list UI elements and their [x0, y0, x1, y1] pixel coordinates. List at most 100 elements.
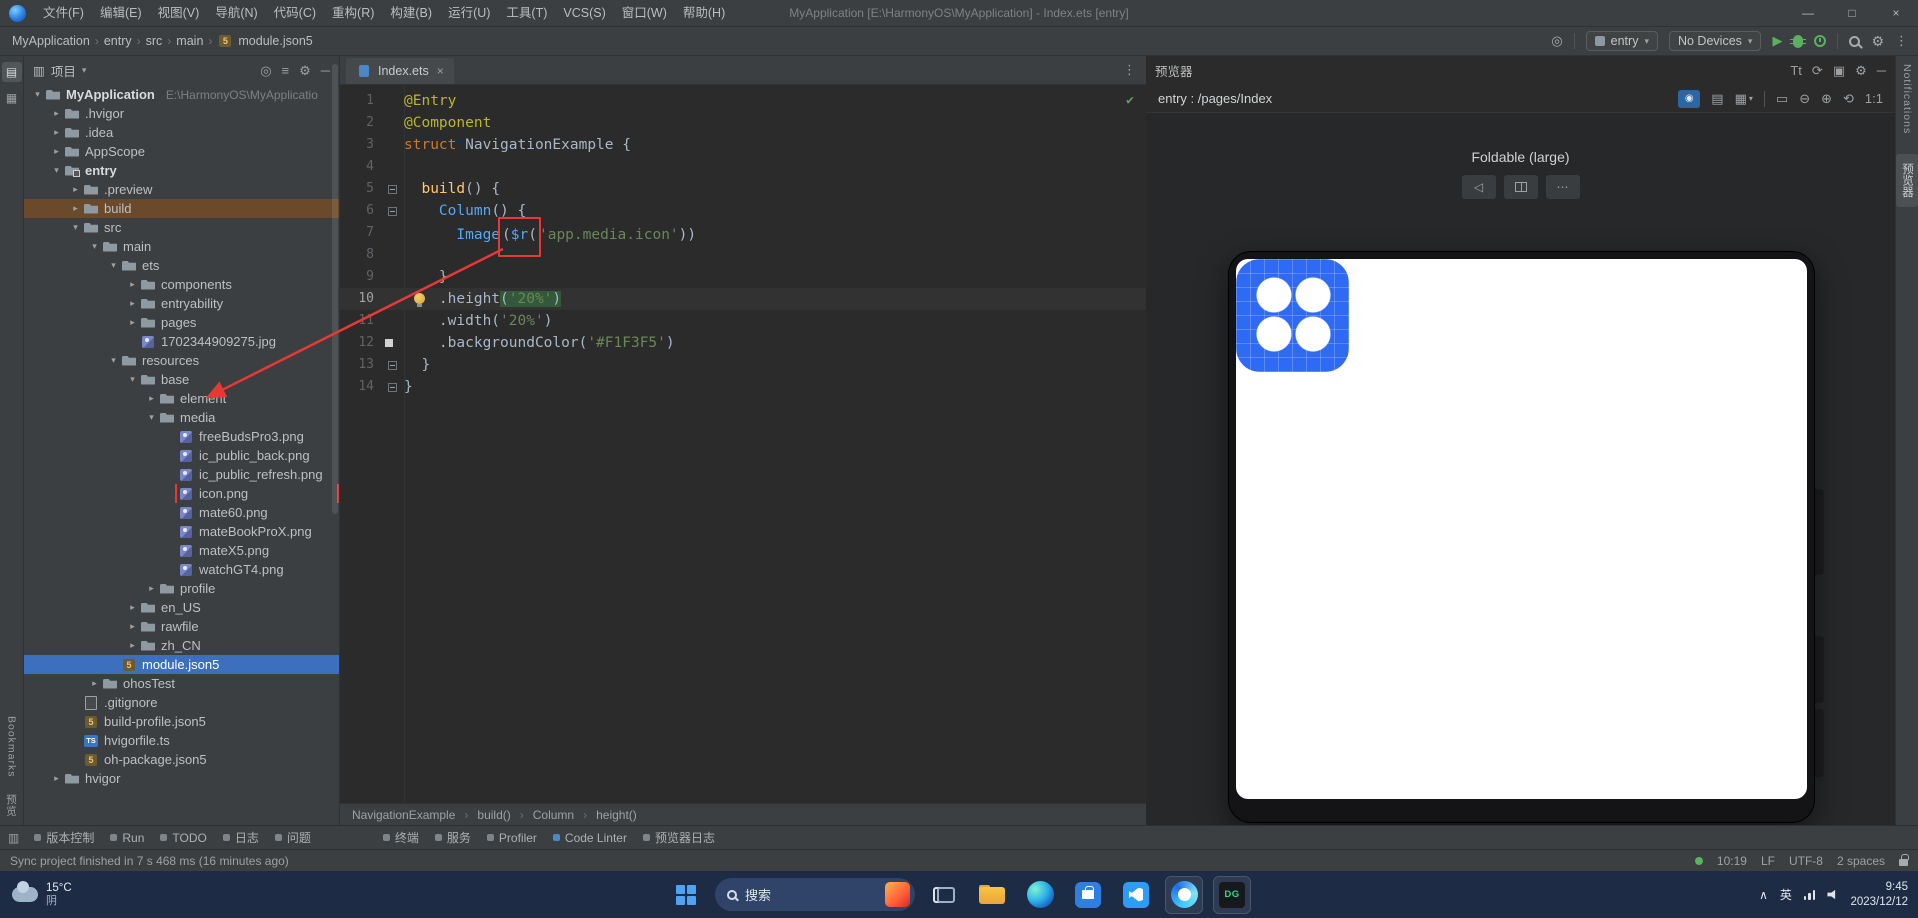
readonly-lock-icon[interactable]	[1899, 854, 1909, 866]
chevron-closed-icon[interactable]: ▸	[125, 640, 140, 651]
menu-item[interactable]: 代码(C)	[266, 0, 324, 26]
tool-window-button-Code Linter[interactable]: Code Linter	[546, 829, 634, 847]
notifications-toolwindow-tab[interactable]: Notifications	[1901, 56, 1913, 142]
inspection-ok-icon[interactable]: ✔	[1126, 93, 1134, 108]
taskbar-clock[interactable]: 9:45 2023/12/12	[1850, 880, 1908, 909]
tree-item-.idea[interactable]: ▸ .idea	[24, 123, 339, 142]
tree-item-hvigorfile.ts[interactable]: hvigorfile.ts	[24, 731, 339, 750]
preview-toolwindow-tab[interactable]: 预览	[4, 786, 19, 825]
chevron-closed-icon[interactable]: ▸	[68, 184, 83, 195]
menu-item[interactable]: VCS(S)	[555, 0, 613, 26]
menu-item[interactable]: 重构(R)	[324, 0, 382, 26]
menu-item[interactable]: 工具(T)	[498, 0, 555, 26]
tool-window-button-Run[interactable]: Run	[103, 829, 151, 847]
tree-item-build-profile.json5[interactable]: build-profile.json5	[24, 712, 339, 731]
tree-item-watchGT4.png[interactable]: watchGT4.png	[24, 560, 339, 579]
fit-screen-icon[interactable]: ▭	[1776, 91, 1788, 107]
tree-item-main[interactable]: ▾ main	[24, 237, 339, 256]
chevron-open-icon[interactable]: ▾	[30, 89, 45, 100]
tree-item-rawfile[interactable]: ▸ rawfile	[24, 617, 339, 636]
tree-item-zh_CN[interactable]: ▸ zh_CN	[24, 636, 339, 655]
search-daily-image[interactable]	[885, 882, 910, 907]
close-tab-icon[interactable]: ×	[437, 64, 444, 78]
vscode-button[interactable]	[1117, 876, 1155, 914]
store-button[interactable]	[1069, 876, 1107, 914]
chevron-open-icon[interactable]: ▾	[87, 241, 102, 252]
tree-item-entry[interactable]: ▾ entry	[24, 161, 339, 180]
run-button[interactable]: ▶	[1772, 33, 1782, 49]
tree-item-en_US[interactable]: ▸ en_US	[24, 598, 339, 617]
chevron-closed-icon[interactable]: ▸	[125, 602, 140, 613]
encoding-indicator[interactable]: UTF-8	[1789, 854, 1823, 868]
tree-scrollbar[interactable]	[332, 64, 338, 514]
menu-item[interactable]: 编辑(E)	[92, 0, 150, 26]
breadcrumb-item[interactable]: module.json5	[236, 34, 314, 48]
editor-breadcrumb-item[interactable]: build()	[477, 808, 510, 822]
tree-item-ic_public_refresh.png[interactable]: ic_public_refresh.png	[24, 465, 339, 484]
previewer-canvas[interactable]: Foldable (large) ◁ ⋯	[1146, 113, 1895, 825]
tree-item-.gitignore[interactable]: .gitignore	[24, 693, 339, 712]
tree-item-.hvigor[interactable]: ▸ .hvigor	[24, 104, 339, 123]
split-screen-button[interactable]	[1503, 175, 1538, 199]
hide-panel-icon[interactable]: ─	[1877, 63, 1886, 78]
volume-icon[interactable]	[1827, 889, 1836, 900]
tree-item-ic_public_back.png[interactable]: ic_public_back.png	[24, 446, 339, 465]
tree-item-.preview[interactable]: ▸ .preview	[24, 180, 339, 199]
code-editor[interactable]: 1 @Entry 2 @Component 3 struct NavigationExam…	[340, 85, 1146, 803]
tool-window-button-Profiler[interactable]: Profiler	[480, 829, 544, 847]
locate-icon[interactable]: ◎	[1551, 33, 1562, 49]
settings-gear-icon[interactable]: ⚙	[1871, 33, 1884, 50]
chevron-closed-icon[interactable]: ▸	[144, 583, 159, 594]
chevron-closed-icon[interactable]: ▸	[49, 108, 64, 119]
tree-item-1702344909275.jpg[interactable]: 1702344909275.jpg	[24, 332, 339, 351]
minimize-button[interactable]: —	[1786, 0, 1830, 26]
tool-window-button-问题[interactable]: 问题	[268, 827, 318, 848]
chevron-closed-icon[interactable]: ▸	[125, 298, 140, 309]
tree-item-module.json5[interactable]: module.json5	[24, 655, 339, 674]
device-screen[interactable]	[1236, 259, 1807, 799]
debug-button[interactable]	[1790, 34, 1807, 48]
editor-breadcrumb-item[interactable]: Column	[533, 808, 574, 822]
start-button[interactable]	[667, 876, 705, 914]
line-separator-indicator[interactable]: LF	[1761, 854, 1775, 868]
tree-item-ohosTest[interactable]: ▸ ohosTest	[24, 674, 339, 693]
menu-item[interactable]: 构建(B)	[382, 0, 440, 26]
chevron-closed-icon[interactable]: ▸	[125, 279, 140, 290]
layers-icon[interactable]: ▤	[1711, 91, 1723, 107]
tree-item-base[interactable]: ▾ base	[24, 370, 339, 389]
editor-breadcrumb-item[interactable]: height()	[596, 808, 637, 822]
tree-item-ets[interactable]: ▾ ets	[24, 256, 339, 275]
editor-tab-index-ets[interactable]: Index.ets ×	[346, 58, 454, 84]
chevron-open-icon[interactable]: ▾	[106, 260, 121, 271]
tree-item-oh-package.json5[interactable]: oh-package.json5	[24, 750, 339, 769]
indent-indicator[interactable]: 2 spaces	[1837, 854, 1885, 868]
tool-window-button-日志[interactable]: 日志	[216, 827, 266, 848]
more-button[interactable]: ⋯	[1545, 175, 1580, 199]
chevron-closed-icon[interactable]: ▸	[144, 393, 159, 404]
tree-item-element[interactable]: ▸ element	[24, 389, 339, 408]
tree-item-build[interactable]: ▸ build	[24, 199, 339, 218]
chevron-open-icon[interactable]: ▾	[68, 222, 83, 233]
hide-panel-icon[interactable]: ─	[321, 63, 330, 78]
bookmarks-toolwindow-tab[interactable]: Bookmarks	[6, 708, 18, 786]
tree-item-pages[interactable]: ▸ pages	[24, 313, 339, 332]
fold-icon[interactable]	[387, 184, 397, 194]
file-explorer-button[interactable]	[973, 876, 1011, 914]
tool-window-button-服务[interactable]: 服务	[428, 827, 478, 848]
collapse-all-icon[interactable]: ≡	[282, 63, 290, 78]
close-button[interactable]: ×	[1874, 0, 1918, 26]
tree-item-mate60.png[interactable]: mate60.png	[24, 503, 339, 522]
breadcrumb-item[interactable]: src	[144, 34, 165, 48]
menu-item[interactable]: 运行(U)	[440, 0, 498, 26]
tree-item-entryability[interactable]: ▸ entryability	[24, 294, 339, 313]
tree-item-AppScope[interactable]: ▸ AppScope	[24, 142, 339, 161]
inspector-icon[interactable]: ◉	[1678, 89, 1701, 108]
tool-window-button-预览器日志[interactable]: 预览器日志	[636, 827, 722, 848]
chevron-closed-icon[interactable]: ▸	[49, 127, 64, 138]
gear-icon[interactable]: ⚙	[299, 63, 311, 79]
zoom-ratio-label[interactable]: 1:1	[1865, 91, 1883, 106]
zoom-out-icon[interactable]: ⊖	[1799, 91, 1810, 107]
tree-item-MyApplication[interactable]: ▾ MyApplication E:\HarmonyOS\MyApplicatio	[24, 85, 339, 104]
profiler-button[interactable]	[1814, 35, 1827, 47]
tree-item-src[interactable]: ▾ src	[24, 218, 339, 237]
